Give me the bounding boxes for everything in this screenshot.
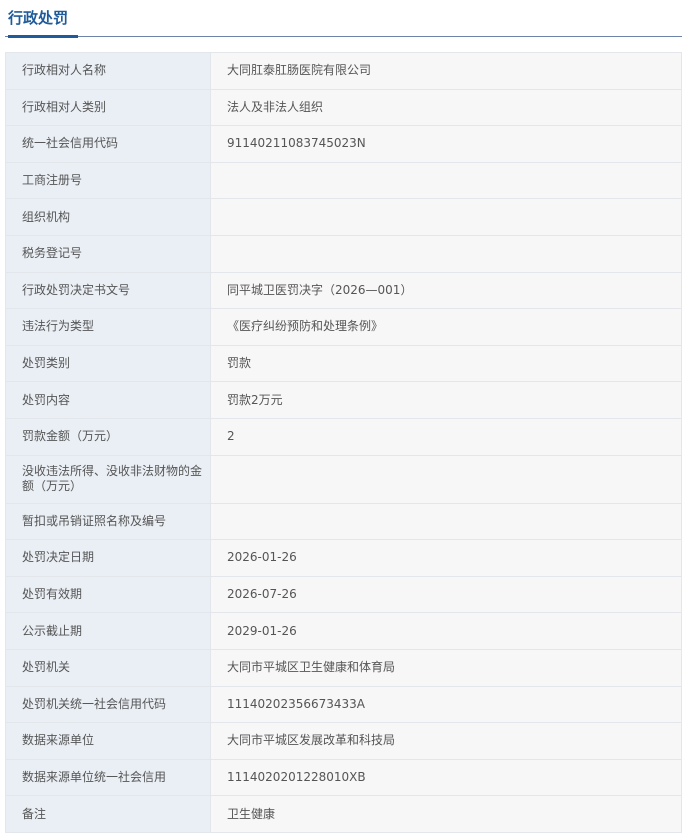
row-label: 工商注册号 xyxy=(5,161,211,200)
table-row: 税务登记号 xyxy=(5,234,682,273)
row-label: 统一社会信用代码 xyxy=(5,125,211,163)
row-value: 2026-01-26 xyxy=(210,539,682,577)
row-label: 数据来源单位统一社会信用 xyxy=(5,758,211,797)
row-value: 法人及非法人组织 xyxy=(210,88,682,127)
row-value xyxy=(210,454,682,504)
row-label: 罚款金额（万元） xyxy=(5,417,211,456)
table-row: 行政相对人名称 大同肛泰肛肠医院有限公司 xyxy=(5,52,682,90)
row-label: 处罚内容 xyxy=(5,381,211,419)
row-label: 数据来源单位 xyxy=(5,722,211,760)
section-header: 行政处罚 xyxy=(5,0,682,38)
row-value: 大同肛泰肛肠医院有限公司 xyxy=(210,52,682,90)
row-value: 罚款 xyxy=(210,344,682,383)
row-value: 2029-01-26 xyxy=(210,612,682,650)
row-value: 大同市平城区卫生健康和体育局 xyxy=(210,648,682,687)
row-value xyxy=(210,234,682,273)
row-value: 91140211083745023N xyxy=(210,125,682,163)
row-value: 11140202356673433A xyxy=(210,685,682,724)
row-label: 违法行为类型 xyxy=(5,308,211,346)
row-value xyxy=(210,502,682,541)
row-value: 2026-07-26 xyxy=(210,575,682,614)
table-row: 处罚类别 罚款 xyxy=(5,344,682,383)
page: 行政处罚 行政相对人名称 大同肛泰肛肠医院有限公司 行政相对人类别 法人及非法人组织… xyxy=(0,0,686,839)
row-label: 税务登记号 xyxy=(5,234,211,273)
table-row: 数据来源单位 大同市平城区发展改革和科技局 xyxy=(5,722,682,760)
row-label: 暂扣或吊销证照名称及编号 xyxy=(5,502,211,541)
row-label: 处罚有效期 xyxy=(5,575,211,614)
table-row: 违法行为类型 《医疗纠纷预防和处理条例》 xyxy=(5,308,682,346)
row-label: 处罚机关统一社会信用代码 xyxy=(5,685,211,724)
table-row: 备注 卫生健康 xyxy=(5,795,682,833)
table-row: 暂扣或吊销证照名称及编号 xyxy=(5,502,682,541)
row-value xyxy=(210,198,682,236)
row-label: 处罚机关 xyxy=(5,648,211,687)
row-value: 《医疗纠纷预防和处理条例》 xyxy=(210,308,682,346)
row-label: 没收违法所得、没收非法财物的金额（万元） xyxy=(5,454,211,504)
row-value: 卫生健康 xyxy=(210,795,682,833)
row-label: 组织机构 xyxy=(5,198,211,236)
table-row: 处罚机关统一社会信用代码 11140202356673433A xyxy=(5,685,682,724)
row-value: 大同市平城区发展改革和科技局 xyxy=(210,722,682,760)
table-row: 处罚有效期 2026-07-26 xyxy=(5,575,682,614)
table-row: 罚款金额（万元） 2 xyxy=(5,417,682,456)
title-underline xyxy=(8,35,78,38)
section-title: 行政处罚 xyxy=(8,9,69,27)
row-value: 1114020201228010XB xyxy=(210,758,682,797)
row-label: 处罚类别 xyxy=(5,344,211,383)
table-row: 处罚内容 罚款2万元 xyxy=(5,381,682,419)
table-row: 处罚机关 大同市平城区卫生健康和体育局 xyxy=(5,648,682,687)
table-row: 组织机构 xyxy=(5,198,682,236)
row-value: 罚款2万元 xyxy=(210,381,682,419)
row-label: 行政处罚决定书文号 xyxy=(5,271,211,310)
table-row: 数据来源单位统一社会信用 1114020201228010XB xyxy=(5,758,682,797)
row-value xyxy=(210,161,682,200)
table-row: 处罚决定日期 2026-01-26 xyxy=(5,539,682,577)
table-row: 行政处罚决定书文号 同平城卫医罚决字（2026—001） xyxy=(5,271,682,310)
row-label: 公示截止期 xyxy=(5,612,211,650)
table-row: 工商注册号 xyxy=(5,161,682,200)
table-row: 行政相对人类别 法人及非法人组织 xyxy=(5,88,682,127)
row-label: 行政相对人类别 xyxy=(5,88,211,127)
row-value: 2 xyxy=(210,417,682,456)
penalty-info-table: 行政相对人名称 大同肛泰肛肠医院有限公司 行政相对人类别 法人及非法人组织 统一社会… xyxy=(5,52,682,833)
row-label: 行政相对人名称 xyxy=(5,52,211,90)
table-row: 没收违法所得、没收非法财物的金额（万元） xyxy=(5,454,682,504)
row-value: 同平城卫医罚决字（2026—001） xyxy=(210,271,682,310)
table-row: 统一社会信用代码 91140211083745023N xyxy=(5,125,682,163)
row-label: 备注 xyxy=(5,795,211,833)
table-row: 公示截止期 2029-01-26 xyxy=(5,612,682,650)
row-label: 处罚决定日期 xyxy=(5,539,211,577)
